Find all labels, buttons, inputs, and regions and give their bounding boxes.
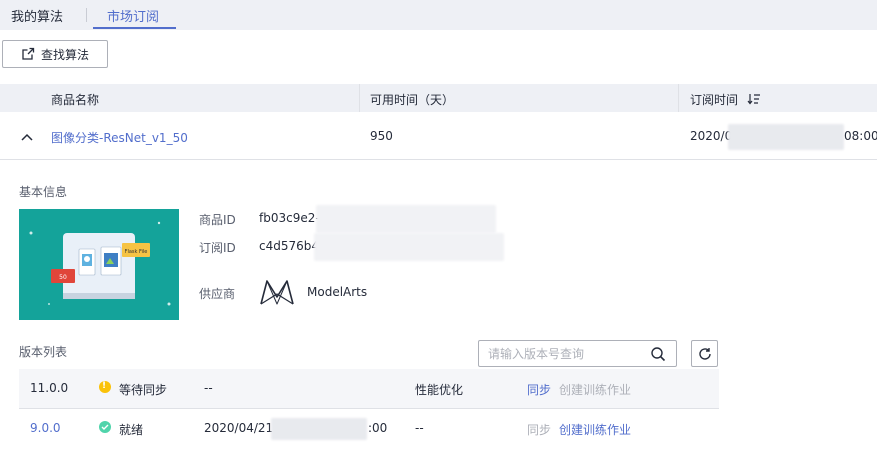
exclamation-icon: ! — [102, 381, 107, 391]
tab-my-algorithms[interactable]: 我的算法 — [11, 6, 63, 25]
check-icon — [101, 424, 109, 430]
find-algorithm-button[interactable]: 查找算法 — [2, 40, 108, 68]
tab-bar: 我的算法 市场订阅 — [0, 0, 877, 30]
refresh-button[interactable] — [691, 340, 718, 367]
subscription-time-start: 2020/0 — [690, 129, 733, 143]
sync-link: 同步 — [527, 423, 552, 437]
create-training-job-link[interactable]: 创建训练作业 — [559, 421, 631, 438]
sync-link[interactable]: 同步 — [527, 381, 551, 398]
thumbnail-tag-text: 50 — [59, 274, 67, 281]
order-id-label: 订阅ID — [199, 241, 236, 255]
version-status: 就绪 — [119, 423, 144, 437]
column-divider — [359, 84, 360, 112]
version-created: 2020/04/21 — [204, 421, 274, 435]
column-header-time[interactable]: 订阅时间 — [690, 91, 738, 108]
table-row: 图像分类-ResNet_v1_50 950 2020/0 08:00 — [0, 112, 877, 160]
version-list-title: 版本列表 — [19, 345, 68, 359]
redacted-block — [271, 418, 367, 440]
modelarts-logo-icon — [260, 280, 294, 305]
version-created-suffix: :00 — [368, 421, 388, 435]
version-search-box — [478, 340, 677, 367]
external-link-icon — [22, 47, 35, 60]
algorithm-thumbnail: Flask File 50 — [19, 209, 179, 320]
version-search-input[interactable] — [488, 346, 648, 361]
basic-info-title: 基本信息 — [19, 185, 68, 199]
active-tab-indicator — [93, 27, 176, 29]
chevron-up-icon[interactable] — [21, 133, 33, 141]
available-days: 950 — [370, 129, 393, 143]
thumbnail-badge-text: Flask File — [125, 249, 148, 255]
refresh-icon — [698, 347, 711, 360]
search-icon[interactable] — [650, 346, 666, 362]
subscription-time-end: 08:00 — [844, 129, 877, 143]
tab-market-subscriptions[interactable]: 市场订阅 — [107, 6, 159, 25]
version-status: 等待同步 — [119, 383, 168, 397]
product-id-label: 商品ID — [199, 213, 236, 227]
version-created: -- — [204, 381, 213, 395]
column-divider — [678, 84, 679, 112]
tab-divider — [86, 8, 87, 22]
product-id-value: fb03c9e2- — [259, 211, 320, 225]
table-row: 11.0.0 ! 等待同步 -- 性能优化 同步 创建训练作业 — [19, 369, 719, 409]
order-id-value: c4d576b4 — [259, 239, 320, 253]
redacted-block — [316, 205, 496, 233]
version-description: 性能优化 — [415, 383, 464, 397]
version-description: -- — [415, 421, 424, 435]
version-number-link[interactable]: 9.0.0 — [30, 421, 61, 435]
column-header-name: 商品名称 — [51, 93, 100, 107]
table-header: 商品名称 可用时间（天） 订阅时间 — [0, 84, 877, 112]
vendor-label: 供应商 — [199, 287, 236, 301]
version-number: 11.0.0 — [30, 381, 69, 395]
algorithm-illustration: Flask File 50 — [29, 221, 171, 306]
redacted-block — [314, 233, 504, 261]
sort-descending-icon[interactable] — [747, 93, 761, 105]
find-algorithm-label: 查找算法 — [41, 47, 90, 62]
vendor-name: ModelArts — [307, 285, 368, 299]
create-training-job-link: 创建训练作业 — [559, 383, 632, 397]
table-row: 9.0.0 就绪 2020/04/21 :00 -- 同步 创建训练作业 — [19, 409, 719, 449]
column-header-days: 可用时间（天） — [370, 93, 455, 107]
product-name-link[interactable]: 图像分类-ResNet_v1_50 — [51, 129, 188, 146]
redacted-block — [728, 124, 844, 150]
